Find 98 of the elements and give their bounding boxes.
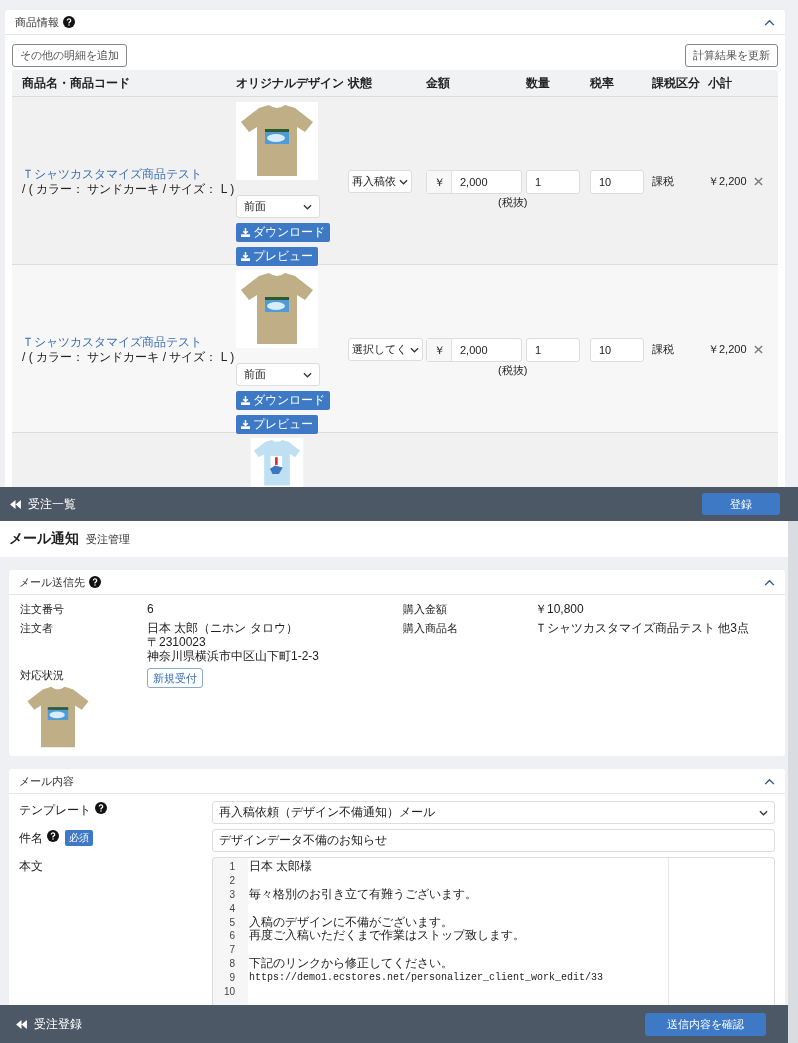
- field-value: 6: [147, 602, 155, 616]
- product-options: / ( カラー： サンドカーキ / サイズ： L ): [22, 349, 234, 365]
- field-value: Ｔシャツカスタマイズ商品テスト 他3点: [535, 621, 750, 635]
- field-label: 本文: [19, 858, 43, 875]
- field-label: 対応状況: [20, 668, 65, 683]
- rewind-icon: [16, 1019, 27, 1029]
- field-value: 〒2310023: [147, 635, 207, 649]
- status-select[interactable]: 再入稿依: [348, 170, 412, 193]
- code-line: 下記のリンクから修正してください。: [249, 955, 453, 972]
- preview-button[interactable]: プレビュー: [236, 247, 318, 266]
- help-icon: [89, 576, 101, 588]
- caret-icon: [303, 203, 312, 210]
- column-header: 状態: [346, 74, 373, 92]
- code-line: 毎々格別のお引き立て有難うございます。: [249, 886, 477, 903]
- preview-button[interactable]: プレビュー: [236, 415, 318, 434]
- tax-note: (税抜): [498, 195, 528, 209]
- amount-field[interactable]: ￥ 2,000: [426, 337, 522, 362]
- column-header: 数量: [525, 74, 551, 92]
- delete-icon[interactable]: [754, 345, 763, 354]
- field-label: 購入商品名: [403, 621, 459, 636]
- tshirt-image: [26, 686, 90, 748]
- line-number: 4: [228, 902, 236, 914]
- download-button[interactable]: ダウンロード: [236, 391, 330, 410]
- field-label: テンプレート: [19, 802, 91, 819]
- subtotal: ￥2,200: [708, 342, 747, 357]
- download-icon: [241, 396, 250, 405]
- field-value: 神奈川県横浜市中区山下町1-2-3: [147, 649, 320, 663]
- tax-class: 課税: [652, 174, 674, 189]
- quantity-field[interactable]: 1: [526, 169, 580, 194]
- section-title: メール送信先: [19, 574, 85, 590]
- side-select[interactable]: 前面: [236, 363, 320, 386]
- add-line-button[interactable]: その他の明細を追加: [12, 44, 127, 67]
- subtotal: ￥2,200: [708, 174, 747, 189]
- line-number: 8: [228, 957, 236, 969]
- line-number: 3: [228, 889, 236, 900]
- tax-rate-field[interactable]: 10: [590, 337, 644, 362]
- field-value: ￥10,800: [535, 602, 585, 616]
- line-number: 7: [228, 944, 236, 956]
- tax-class: 課税: [652, 342, 674, 357]
- section-title: 商品情報: [15, 14, 59, 30]
- code-line: https://demo1.ecstores.net/personalizer_client_work_edit/33: [249, 971, 604, 983]
- quantity-field[interactable]: 1: [526, 337, 580, 362]
- subject-field[interactable]: デザインデータ不備のお知らせ: [212, 829, 775, 852]
- line-number: 1: [228, 861, 236, 873]
- back-link[interactable]: 受注登録: [16, 1015, 82, 1033]
- status-button[interactable]: 新規受付: [147, 668, 203, 688]
- delete-icon[interactable]: [754, 177, 763, 186]
- download-button[interactable]: ダウンロード: [236, 223, 330, 242]
- collapse-icon[interactable]: [764, 578, 775, 586]
- collapse-icon[interactable]: [764, 777, 775, 785]
- tax-note: (税抜): [498, 363, 528, 377]
- register-button[interactable]: 登録: [702, 493, 780, 515]
- line-number: 5: [228, 916, 236, 928]
- code-line: 再度ご入稿いただくまで作業はストップ致します。: [249, 928, 525, 945]
- page-title: メール通知: [9, 530, 79, 548]
- back-link[interactable]: 受注一覧: [10, 495, 76, 513]
- update-totals-button[interactable]: 計算結果を更新: [685, 44, 778, 67]
- line-number: 2: [228, 875, 236, 887]
- template-select[interactable]: 再入稿依頼（デザイン不備通知）メール: [212, 801, 775, 824]
- column-header: 小計: [707, 74, 733, 92]
- caret-icon: [303, 371, 312, 378]
- product-link[interactable]: Ｔシャツカスタマイズ商品テスト: [22, 334, 234, 350]
- field-label: 注文番号: [20, 602, 65, 616]
- caret-icon: [410, 346, 419, 353]
- breadcrumb: 受注管理: [86, 531, 130, 547]
- field-label: 件名: [19, 830, 43, 847]
- download-icon: [241, 228, 250, 237]
- caret-icon: [759, 809, 768, 816]
- column-header: 課税区分: [651, 74, 701, 92]
- side-select[interactable]: 前面: [236, 195, 320, 218]
- download-icon: [241, 420, 250, 429]
- line-number: 9: [228, 971, 236, 983]
- tax-rate-field[interactable]: 10: [590, 169, 644, 194]
- product-options: / ( カラー： サンドカーキ / サイズ： L ): [22, 181, 234, 197]
- code-line: 入稿のデザインに不備がございます。: [249, 913, 453, 929]
- status-select[interactable]: 選択してく: [348, 338, 423, 361]
- required-badge: 必須: [65, 830, 93, 846]
- help-icon: [63, 16, 75, 28]
- rewind-icon: [10, 499, 21, 509]
- column-header: 税率: [589, 74, 615, 92]
- field-value: 日本 太郎（ニホン タロウ）: [147, 621, 299, 635]
- field-label: 購入金額: [403, 602, 448, 616]
- section-title: メール内容: [19, 773, 74, 789]
- confirm-button[interactable]: 送信内容を確認: [645, 1012, 766, 1036]
- column-header: 金額: [425, 74, 451, 92]
- line-number: 10: [222, 985, 236, 997]
- help-icon: [95, 802, 107, 814]
- column-header: 商品名・商品コード: [21, 74, 131, 92]
- help-icon: [47, 830, 59, 842]
- column-header: オリジナルデザイン: [235, 74, 345, 92]
- amount-field[interactable]: ￥ 2,000: [426, 169, 522, 194]
- collapse-icon[interactable]: [764, 18, 775, 26]
- line-number: 6: [228, 930, 236, 942]
- field-label: 注文者: [20, 621, 54, 636]
- caret-icon: [399, 178, 408, 185]
- product-link[interactable]: Ｔシャツカスタマイズ商品テスト: [22, 166, 234, 182]
- code-line: 日本 太郎様: [249, 858, 313, 876]
- download-icon: [241, 252, 250, 261]
